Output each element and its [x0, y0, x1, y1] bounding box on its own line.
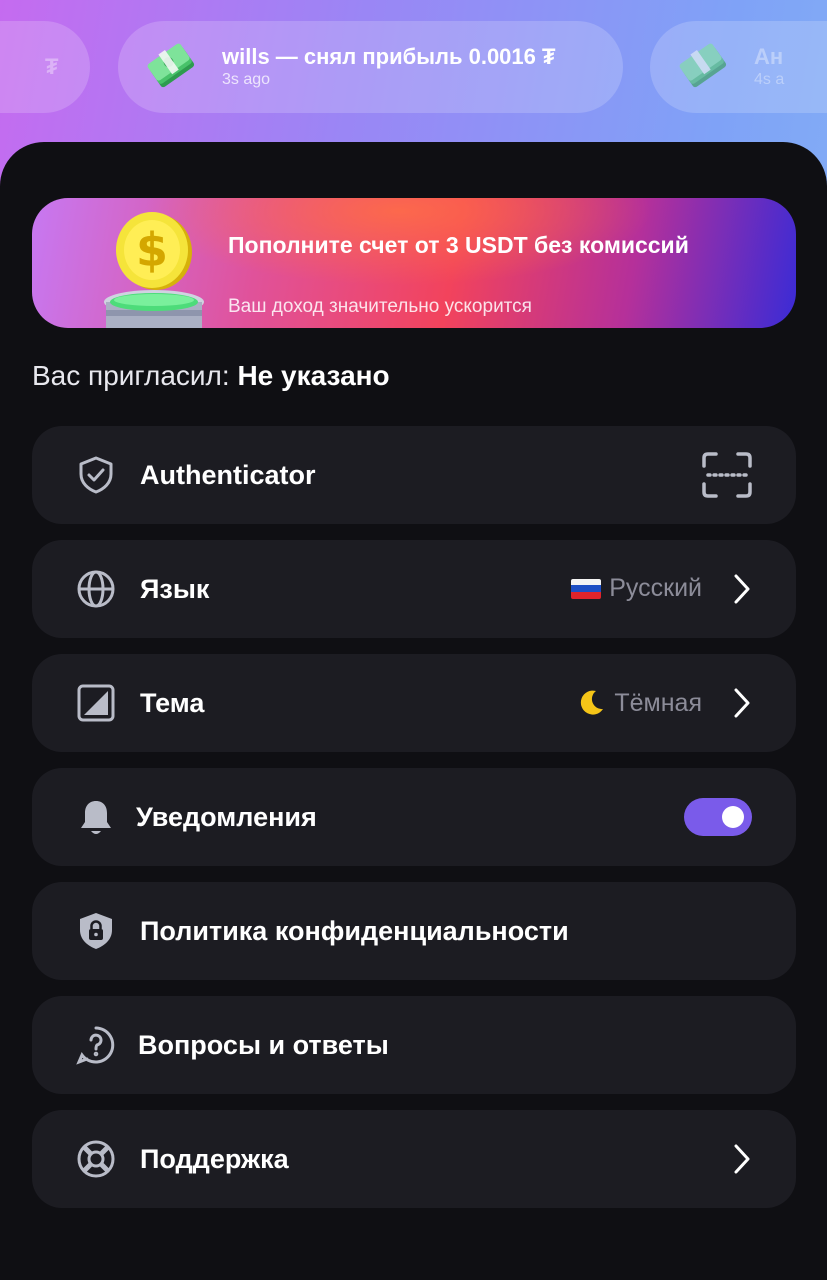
ticker-item: ₮ [0, 21, 90, 113]
lifebuoy-icon [77, 1140, 115, 1178]
theme-value: Тёмная [576, 688, 702, 718]
coin-icon: $ [104, 212, 204, 328]
language-value-text: Русский [609, 574, 702, 602]
toggle-knob [722, 806, 744, 828]
settings-row-label: Язык [140, 574, 210, 604]
theme-value-text: Тёмная [614, 688, 702, 717]
settings-row-label: Политика конфиденциальности [140, 916, 569, 946]
chevron-right-icon [734, 1144, 750, 1174]
scan-icon[interactable] [702, 452, 752, 498]
ticker-item: wills — снял прибыль 0.0016 ₮ 3s ago [118, 21, 623, 113]
settings-row-authenticator[interactable]: Authenticator [32, 426, 796, 524]
settings-row-label: Тема [140, 688, 205, 718]
invited-by: Вас пригласил: Не указано [32, 360, 390, 392]
ticker-item-time: 3s ago [222, 71, 271, 88]
settings-row-label: Уведомления [136, 802, 317, 832]
settings-row-language[interactable]: Язык Русский [32, 540, 796, 638]
globe-icon [77, 570, 115, 608]
svg-text:$: $ [136, 223, 168, 277]
settings-row-theme[interactable]: Тема Тёмная [32, 654, 796, 752]
banner-subtitle: Ваш доход значительно ускорится [228, 296, 532, 317]
ticker-item-time: 4s a [754, 71, 785, 88]
activity-ticker: ₮ wills — снял прибыль 0.0016 ₮ 3s ago А… [0, 0, 827, 150]
invited-label: Вас пригласил: [32, 360, 230, 391]
settings-row-privacy-policy[interactable]: Политика конфиденциальности [32, 882, 796, 980]
question-icon [76, 1026, 115, 1065]
ticker-item-text: Ан [754, 44, 784, 69]
settings-row-notifications[interactable]: Уведомления [32, 768, 796, 866]
theme-icon [77, 684, 115, 722]
lock-shield-icon [80, 913, 112, 949]
deposit-promo-banner[interactable]: $ Пополните счет от 3 USDT без комиссий … [32, 198, 796, 328]
settings-row-label: Поддержка [140, 1144, 289, 1174]
money-stack-icon [147, 43, 195, 88]
chevron-right-icon [734, 688, 750, 718]
moon-icon [581, 690, 604, 715]
notifications-toggle[interactable] [684, 798, 752, 836]
settings-row-support[interactable]: Поддержка [32, 1110, 796, 1208]
shield-check-icon [79, 456, 113, 494]
ticker-item-text: wills — снял прибыль 0.0016 ₮ [222, 44, 556, 69]
banner-title: Пополните счет от 3 USDT без комиссий [228, 232, 689, 258]
chevron-right-icon [734, 574, 750, 604]
settings-row-label: Authenticator [140, 460, 316, 490]
ticker-item-text: ₮ [45, 54, 59, 79]
language-value: Русский [571, 574, 702, 603]
settings-row-faq[interactable]: Вопросы и ответы [32, 996, 796, 1094]
money-stack-icon [679, 43, 727, 88]
invited-value: Не указано [237, 360, 390, 391]
ticker-item: Ан 4s a [650, 21, 827, 113]
settings-row-label: Вопросы и ответы [138, 1030, 389, 1060]
bell-icon [81, 801, 111, 834]
russia-flag-icon [571, 578, 602, 599]
